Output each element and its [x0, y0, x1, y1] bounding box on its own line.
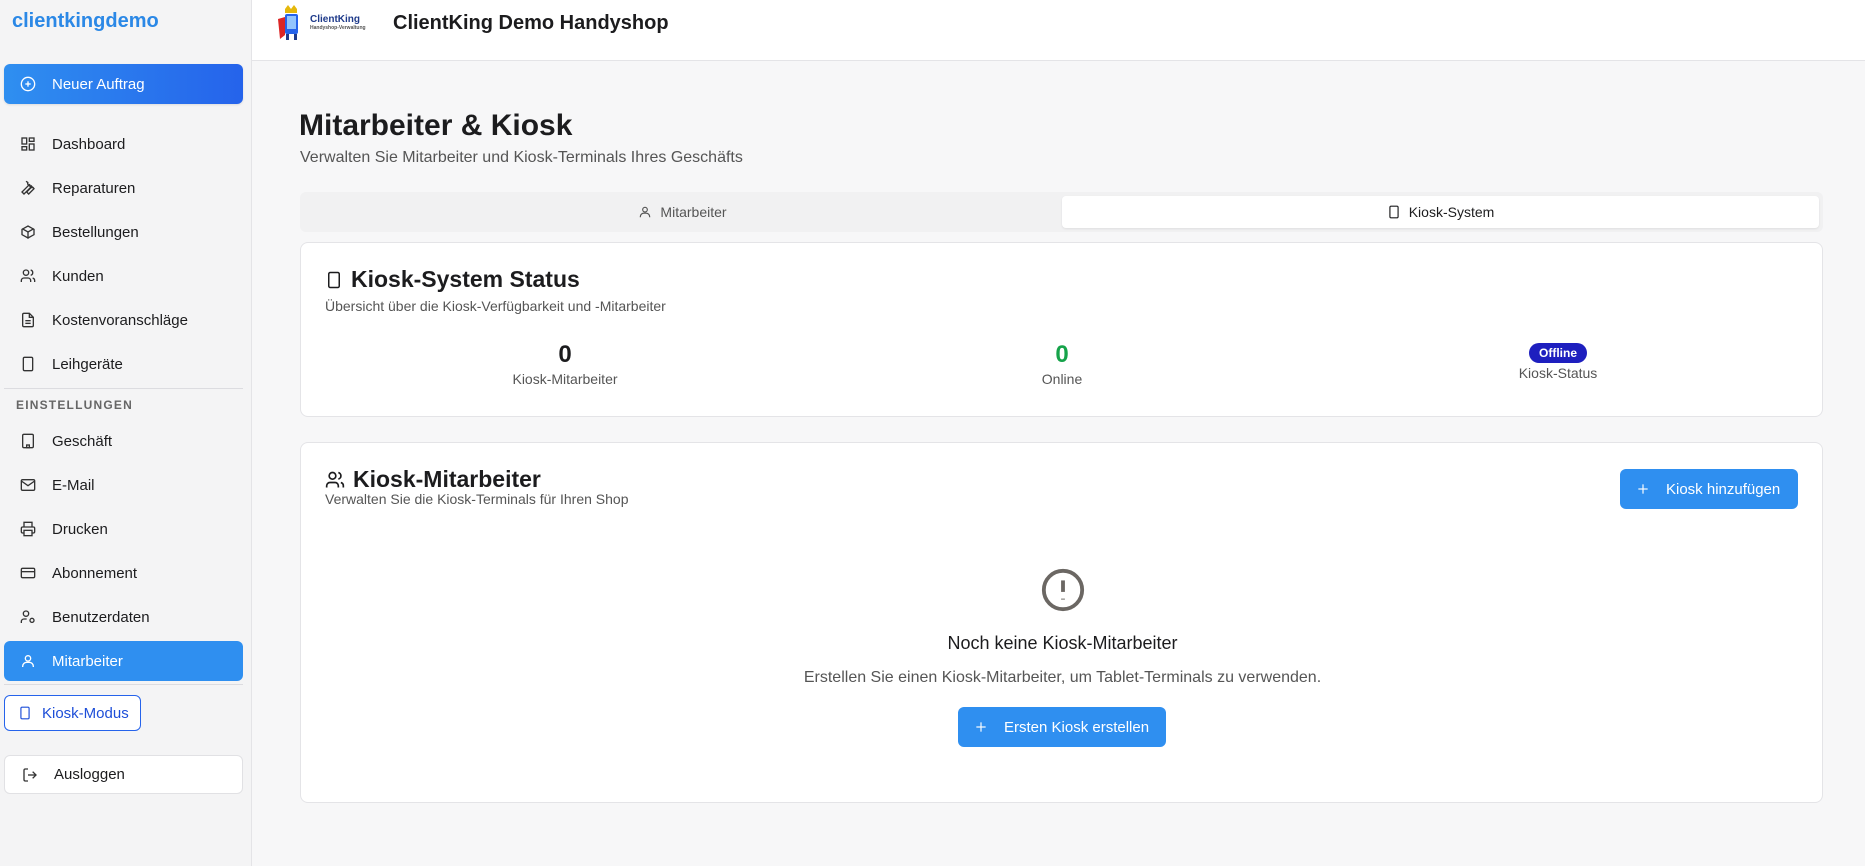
- sidebar-item-label: Dashboard: [52, 135, 126, 153]
- stat-value: 0: [1055, 341, 1069, 368]
- user-cog-icon: [20, 610, 35, 623]
- tab-label: Kiosk-System: [1408, 204, 1495, 220]
- sidebar-divider: [4, 388, 243, 389]
- dashboard-icon: [21, 137, 35, 151]
- tablet-icon: [328, 271, 340, 288]
- brand-name[interactable]: clientkingdemo: [12, 10, 159, 33]
- add-kiosk-button[interactable]: Kiosk hinzufügen: [1620, 469, 1798, 509]
- add-kiosk-label: Kiosk hinzufügen: [1666, 480, 1781, 498]
- package-icon: [21, 225, 35, 239]
- page-subtitle: Verwalten Sie Mitarbeiter und Kiosk-Term…: [300, 149, 743, 166]
- sidebar-item-dashboard[interactable]: Dashboard: [4, 124, 243, 164]
- sidebar-item-label: E-Mail: [52, 476, 95, 494]
- sidebar-item-subscription[interactable]: Abonnement: [4, 553, 243, 593]
- file-text-icon: [22, 312, 34, 328]
- top-header: ClientKing Handyshop-Verwaltung ClientKi…: [252, 0, 1865, 61]
- sidebar-item-label: Leihgeräte: [52, 355, 123, 373]
- kiosk-mode-label: Kiosk-Modus: [42, 704, 129, 722]
- status-badge: Offline: [1529, 343, 1587, 363]
- settings-section-label: EINSTELLUNGEN: [16, 398, 133, 412]
- new-order-label: Neuer Auftrag: [52, 75, 145, 93]
- logout-button[interactable]: Ausloggen: [4, 755, 243, 794]
- credit-card-icon: [20, 567, 36, 579]
- tablet-icon: [22, 356, 34, 372]
- stat-online: 0 Online: [962, 341, 1162, 387]
- tab-kiosk-system[interactable]: Kiosk-System: [1062, 196, 1819, 228]
- stat-value: 0: [558, 341, 572, 368]
- stat-label: Kiosk-Status: [1518, 365, 1598, 381]
- alert-circle-icon: [1041, 568, 1085, 612]
- create-first-kiosk-button[interactable]: Ersten Kiosk erstellen: [958, 707, 1166, 747]
- sidebar-item-employees[interactable]: Mitarbeiter: [4, 641, 243, 681]
- sidebar-item-email[interactable]: E-Mail: [4, 465, 243, 505]
- sidebar-item-business[interactable]: Geschäft: [4, 421, 243, 461]
- kiosk-mode-button[interactable]: Kiosk-Modus: [4, 695, 141, 731]
- sidebar-item-print[interactable]: Drucken: [4, 509, 243, 549]
- mail-icon: [20, 479, 36, 491]
- status-card-title: Kiosk-System Status: [351, 266, 580, 292]
- sidebar-divider: [4, 684, 243, 685]
- sidebar-item-label: Geschäft: [52, 432, 113, 450]
- sidebar-item-label: Abonnement: [52, 564, 138, 582]
- wrench-icon: [21, 180, 35, 195]
- card-title: Kiosk-System Status: [325, 266, 580, 293]
- sidebar-item-orders[interactable]: Bestellungen: [4, 212, 243, 252]
- logout-label: Ausloggen: [54, 766, 125, 783]
- sidebar-item-label: Kostenvoranschläge: [52, 311, 188, 329]
- sidebar: clientkingdemo Neuer Auftrag Dashboard R…: [0, 0, 252, 866]
- users-icon: [20, 269, 36, 282]
- sidebar-item-label: Reparaturen: [52, 179, 136, 197]
- plus-icon: [976, 722, 986, 732]
- kiosk-status-card: Kiosk-System Status Übersicht über die K…: [300, 242, 1823, 417]
- stat-label: Online: [1041, 371, 1083, 387]
- page-title: Mitarbeiter & Kiosk: [299, 109, 573, 142]
- logo-text: ClientKing: [310, 14, 360, 25]
- sidebar-item-repairs[interactable]: Reparaturen: [4, 168, 243, 208]
- employees-card-description: Verwalten Sie die Kiosk-Terminals für Ih…: [325, 491, 629, 507]
- status-card-description: Übersicht über die Kiosk-Verfügbarkeit u…: [325, 298, 666, 314]
- plus-icon: [1638, 484, 1648, 494]
- stat-kiosk-employees: 0 Kiosk-Mitarbeiter: [465, 341, 665, 387]
- printer-icon: [20, 521, 36, 537]
- empty-state-description: Erstellen Sie einen Kiosk-Mitarbeiter, u…: [803, 669, 1322, 686]
- plus-circle-icon: [20, 76, 36, 92]
- tab-list: Mitarbeiter Kiosk-System: [300, 192, 1823, 232]
- sidebar-item-label: Kunden: [52, 267, 104, 285]
- users-icon: [325, 471, 345, 487]
- new-order-button[interactable]: Neuer Auftrag: [4, 64, 243, 104]
- tab-label: Mitarbeiter: [660, 204, 727, 220]
- stat-kiosk-status: Offline Kiosk-Status: [1458, 343, 1658, 381]
- logout-icon: [23, 767, 37, 782]
- user-icon: [22, 655, 34, 667]
- sidebar-item-user-data[interactable]: Benutzerdaten: [4, 597, 243, 637]
- card-title: Kiosk-Mitarbeiter: [325, 466, 541, 493]
- building-icon: [22, 433, 34, 449]
- logo-subtext: Handyshop-Verwaltung: [310, 25, 366, 31]
- user-icon: [640, 206, 651, 218]
- employees-card-title: Kiosk-Mitarbeiter: [353, 466, 541, 492]
- sidebar-item-label: Drucken: [52, 520, 108, 538]
- clientking-logo[interactable]: ClientKing Handyshop-Verwaltung: [276, 4, 376, 42]
- tab-employees[interactable]: Mitarbeiter: [304, 196, 1061, 228]
- sidebar-item-loan-devices[interactable]: Leihgeräte: [4, 344, 243, 384]
- sidebar-item-label: Benutzerdaten: [52, 608, 150, 626]
- sidebar-item-label: Bestellungen: [52, 223, 139, 241]
- tablet-icon: [20, 706, 30, 720]
- shop-title: ClientKing Demo Handyshop: [393, 12, 669, 34]
- stat-label: Kiosk-Mitarbeiter: [512, 371, 618, 387]
- sidebar-item-estimates[interactable]: Kostenvoranschläge: [4, 300, 243, 340]
- sidebar-item-customers[interactable]: Kunden: [4, 256, 243, 296]
- create-first-kiosk-label: Ersten Kiosk erstellen: [1004, 718, 1150, 736]
- sidebar-item-label: Mitarbeiter: [52, 652, 123, 670]
- tablet-icon: [1389, 205, 1399, 219]
- empty-state-title: Noch keine Kiosk-Mitarbeiter: [947, 633, 1178, 653]
- kiosk-employees-card: Kiosk-Mitarbeiter Verwalten Sie die Kios…: [300, 442, 1823, 803]
- logo-mascot-icon: [278, 5, 298, 40]
